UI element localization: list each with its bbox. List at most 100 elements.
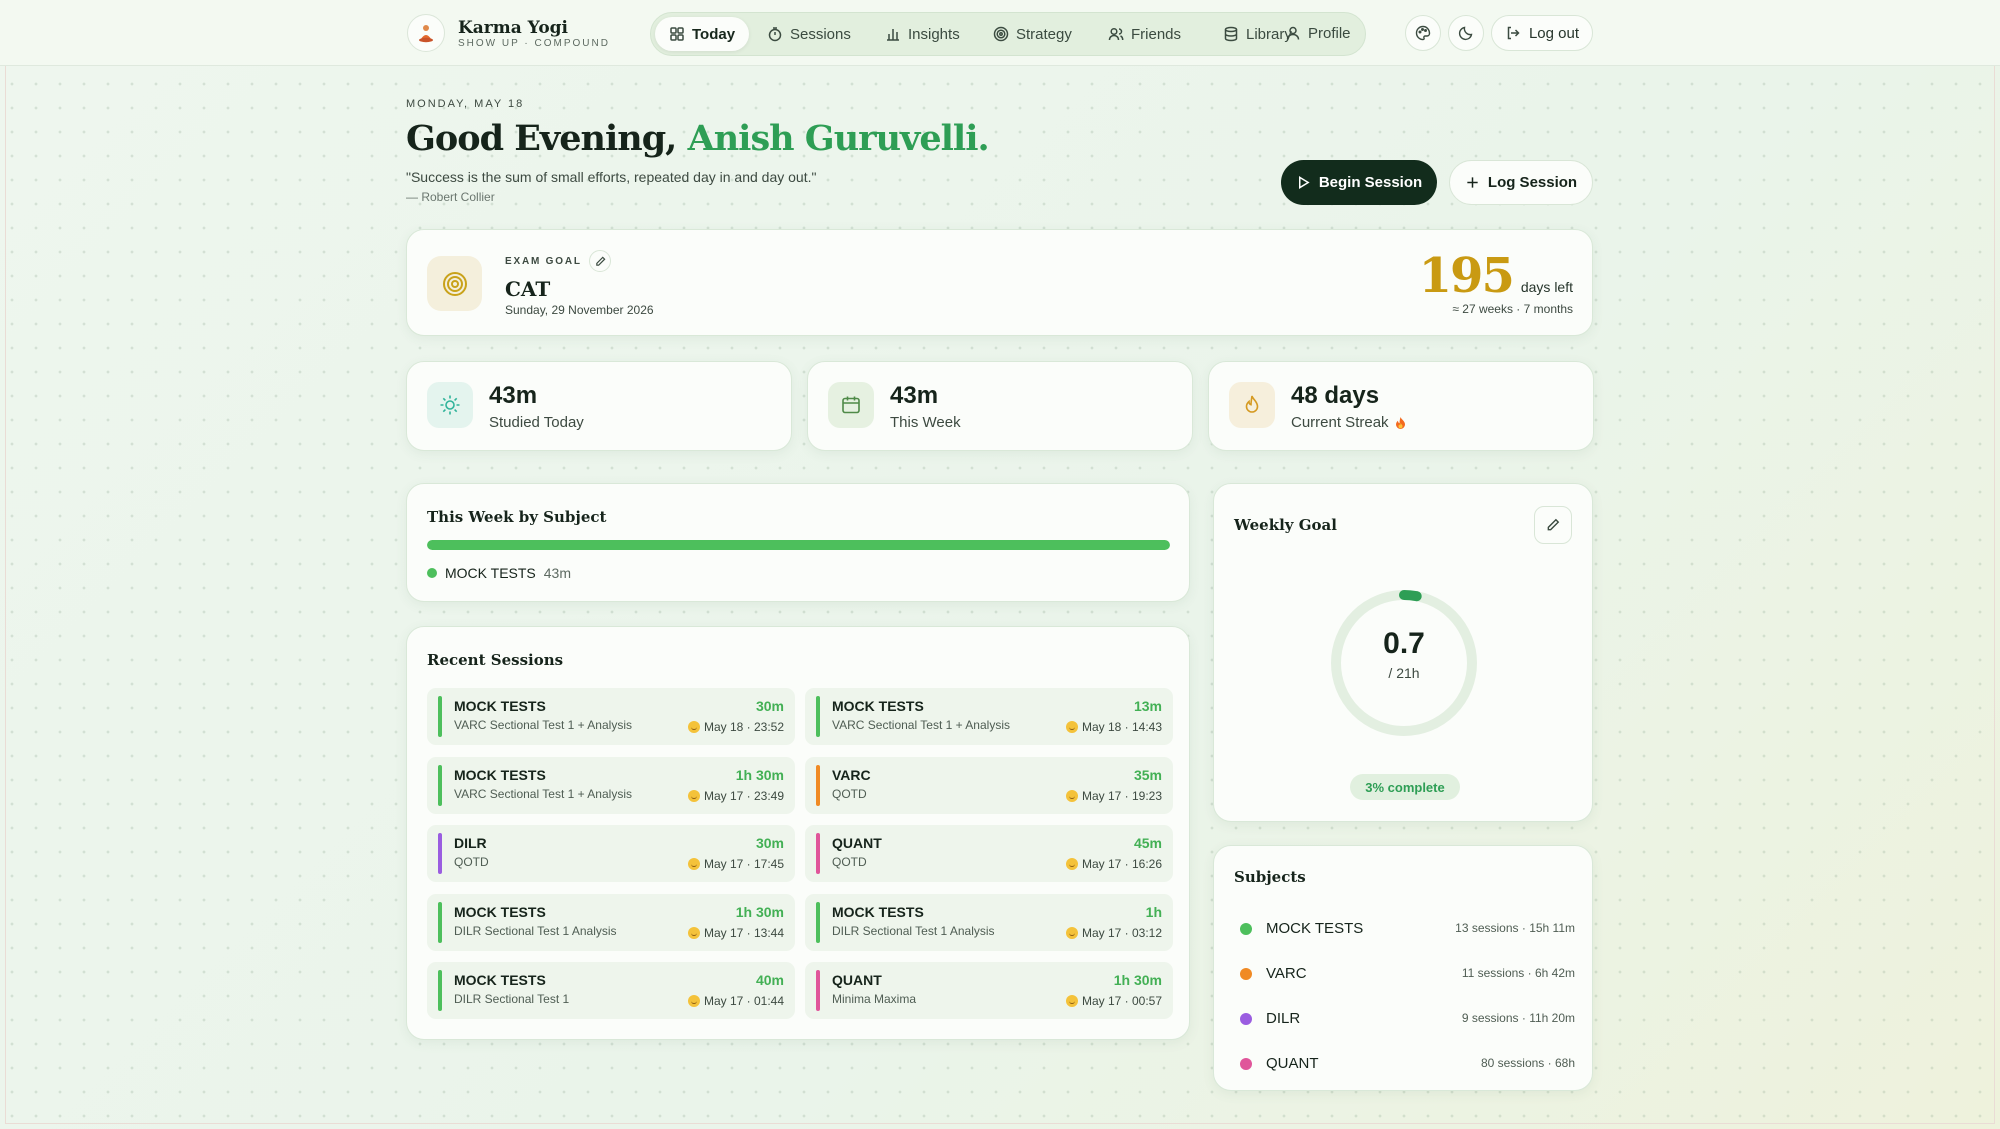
subject-row[interactable]: QUANT 80 sessions · 68h <box>1240 1052 1575 1076</box>
session-item[interactable]: MOCK TESTS DILR Sectional Test 1 40m May 17… <box>427 962 795 1019</box>
subject-row[interactable]: VARC 11 sessions · 6h 42m <box>1240 962 1575 986</box>
session-item[interactable]: MOCK TESTS VARC Sectional Test 1 + Analys… <box>805 688 1173 745</box>
palette-icon <box>1415 25 1431 41</box>
legend-time: 43m <box>543 565 571 581</box>
subject-color-bar <box>438 764 442 806</box>
session-item[interactable]: MOCK TESTS DILR Sectional Test 1 Analysis… <box>805 893 1173 951</box>
session-datetime: May 17 · 03:12 <box>1081 925 1162 940</box>
days-count: 195 <box>1418 248 1515 304</box>
begin-session-label: Begin Session <box>1318 174 1423 191</box>
session-item[interactable]: QUANT Minima Maxima 1h 30m May 17 · 00:57 <box>805 962 1173 1019</box>
exam-goal-card: EXAM GOAL CAT Sunday, 29 November 2026 1… <box>406 229 1593 336</box>
session-meta: May 17 · 03:12 <box>1065 925 1162 940</box>
session-item[interactable]: QUANT QOTD 45m May 17 · 16:26 <box>805 825 1173 882</box>
session-meta: May 18 · 14:43 <box>1065 720 1162 734</box>
app-logo[interactable] <box>407 14 445 52</box>
subject-color-bar <box>816 696 820 737</box>
mood-emoji-icon <box>687 789 700 802</box>
session-datetime: May 17 · 19:23 <box>1081 788 1162 803</box>
theme-button[interactable] <box>1405 15 1441 51</box>
database-icon <box>1224 26 1238 42</box>
session-datetime: May 17 · 01:44 <box>703 994 784 1008</box>
session-description: DILR Sectional Test 1 Analysis <box>832 923 995 938</box>
session-datetime: May 17 · 16:26 <box>1081 857 1162 871</box>
moon-icon <box>1458 26 1473 41</box>
session-datetime: May 18 · 14:43 <box>1081 720 1162 734</box>
session-item[interactable]: MOCK TESTS VARC Sectional Test 1 + Analys… <box>427 756 795 814</box>
greeting-name: Anish Guruvelli. <box>687 118 990 159</box>
session-subject: MOCK TESTS <box>454 903 546 920</box>
days-approx: ≈ 27 weeks · 7 months <box>1452 302 1573 316</box>
meditation-icon <box>419 25 433 43</box>
session-description: VARC Sectional Test 1 + Analysis <box>454 786 632 801</box>
log-session-button[interactable]: Log Session <box>1449 160 1593 205</box>
pencil-icon <box>1547 518 1560 531</box>
session-item[interactable]: MOCK TESTS VARC Sectional Test 1 + Analys… <box>427 688 795 745</box>
nav-profile-item[interactable]: Profile <box>1271 16 1365 50</box>
begin-session-button[interactable]: Begin Session <box>1281 160 1437 205</box>
session-datetime: May 17 · 13:44 <box>703 925 784 940</box>
dark-mode-button[interactable] <box>1448 15 1484 51</box>
subject-stats: 11 sessions · 6h 42m <box>1461 966 1575 980</box>
session-item[interactable]: VARC QOTD 35m May 17 · 19:23 <box>805 756 1173 814</box>
grid-icon <box>670 27 684 41</box>
bar-chart-icon <box>887 29 899 41</box>
subject-name: DILR <box>1266 1010 1301 1027</box>
mood-emoji-icon <box>687 721 700 733</box>
mood-emoji-icon <box>1065 995 1078 1007</box>
days-left: 195 days left <box>1419 248 1573 304</box>
fire-emoji-icon <box>1395 416 1405 429</box>
mood-emoji-icon <box>1065 789 1078 802</box>
greeting-heading: Good Evening, Anish Guruvelli. <box>406 118 990 159</box>
edit-exam-button[interactable] <box>589 250 611 272</box>
session-item[interactable]: MOCK TESTS DILR Sectional Test 1 Analysis… <box>427 893 795 951</box>
session-duration: 35m <box>1133 766 1162 783</box>
subject-row[interactable]: DILR 9 sessions · 11h 20m <box>1240 1007 1575 1031</box>
session-duration: 40m <box>755 972 784 988</box>
flame-icon-badge <box>1229 382 1275 428</box>
nav-friends[interactable]: Friends <box>1094 17 1195 51</box>
stat-today-label: Studied Today <box>489 414 584 431</box>
session-meta: May 17 · 16:26 <box>1065 857 1162 871</box>
nav-today[interactable]: Today <box>655 17 750 51</box>
nav-strategy[interactable]: Strategy <box>979 17 1086 51</box>
sun-icon-badge <box>427 382 473 428</box>
nav-strategy-label: Strategy <box>1016 25 1072 43</box>
app-tagline: SHOW UP · COMPOUND <box>458 38 610 49</box>
session-meta: May 17 · 00:57 <box>1065 994 1162 1008</box>
session-description: VARC Sectional Test 1 + Analysis <box>832 718 1010 732</box>
logout-button[interactable]: Log out <box>1491 15 1593 51</box>
stat-today-value: 43m <box>489 382 538 409</box>
top-bar: Karma Yogi SHOW UP · COMPOUND Today Sess… <box>0 0 2000 66</box>
sun-icon <box>440 395 460 415</box>
nav-insights[interactable]: Insights <box>871 17 974 51</box>
weekly-goal-card: Weekly Goal 0.7 / 21h 3% complete <box>1213 483 1593 822</box>
nav-sessions[interactable]: Sessions <box>753 17 865 51</box>
stat-week-label: This Week <box>890 414 961 431</box>
quote-text: "Success is the sum of small efforts, re… <box>406 169 817 185</box>
subject-color-bar <box>816 901 820 943</box>
subject-stats: 9 sessions · 11h 20m <box>1461 1011 1575 1025</box>
goal-target: / 21h <box>1388 665 1420 681</box>
greeting-prefix: Good Evening, <box>406 118 677 159</box>
subjects-card: Subjects MOCK TESTS 13 sessions · 15h 11m… <box>1213 845 1593 1091</box>
log-session-label: Log Session <box>1487 174 1578 191</box>
pencil-icon <box>595 256 605 266</box>
calendar-icon <box>842 396 860 414</box>
subject-color-bar <box>438 970 442 1011</box>
session-subject: MOCK TESTS <box>454 972 546 988</box>
session-description: DILR Sectional Test 1 <box>454 992 570 1006</box>
session-subject: QUANT <box>832 835 882 851</box>
edit-goal-button[interactable] <box>1534 506 1572 544</box>
subject-row[interactable]: MOCK TESTS 13 sessions · 15h 11m <box>1240 917 1575 941</box>
target-icon <box>993 26 1009 42</box>
logout-icon <box>1507 26 1520 40</box>
goal-complete-badge: 3% complete <box>1350 774 1460 800</box>
session-subject: MOCK TESTS <box>454 766 546 783</box>
session-meta: May 17 · 01:44 <box>687 994 784 1008</box>
play-icon <box>1298 176 1310 189</box>
session-item[interactable]: DILR QOTD 30m May 17 · 17:45 <box>427 825 795 882</box>
nav-insights-label: Insights <box>908 25 960 43</box>
subject-dot <box>1240 923 1252 935</box>
stat-card-streak: 48 days Current Streak <box>1208 361 1594 451</box>
